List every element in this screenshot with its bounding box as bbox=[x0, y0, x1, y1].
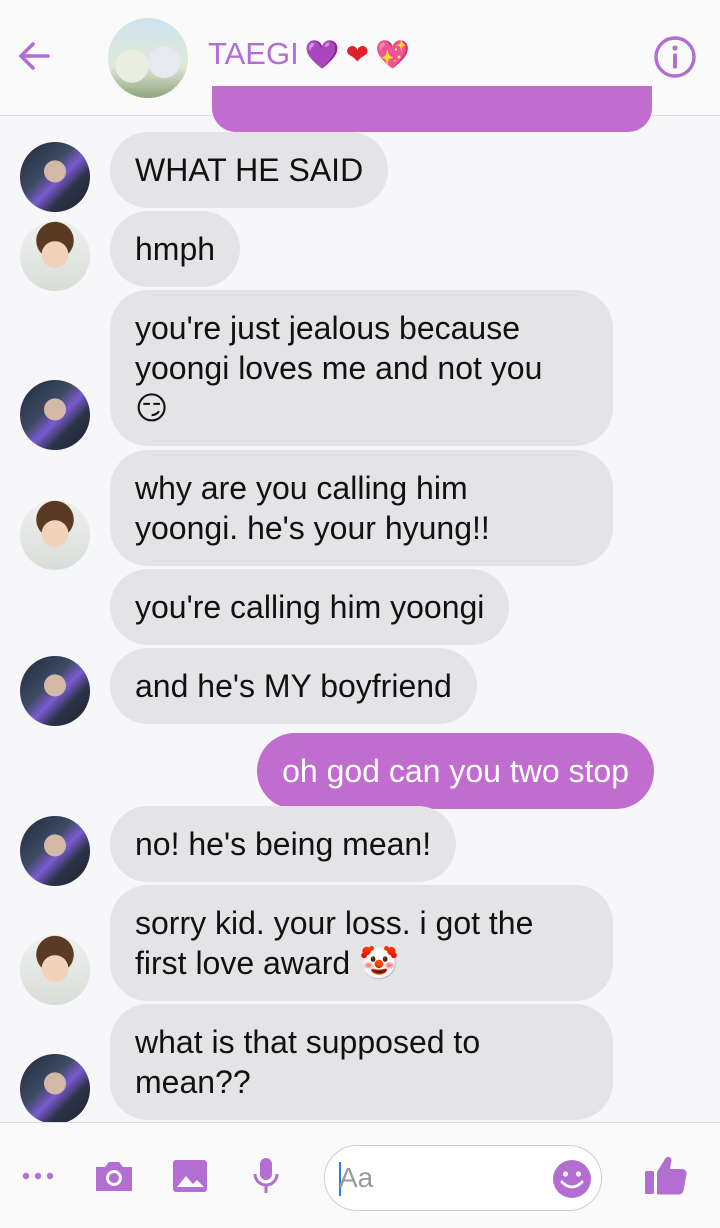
sender-avatar-jin[interactable] bbox=[20, 500, 90, 570]
message-text: oh god can you two stop bbox=[282, 753, 629, 789]
sender-avatar-tae[interactable] bbox=[20, 656, 90, 726]
message-text: why are you calling him yoongi. he's you… bbox=[135, 470, 490, 546]
sender-avatar-tae[interactable] bbox=[20, 142, 90, 212]
message-bubble[interactable]: and he's MY boyfriend bbox=[110, 648, 477, 724]
emoji-icon[interactable] bbox=[551, 1158, 593, 1200]
red-heart-emoji: ❤ bbox=[345, 37, 370, 71]
message-bubble[interactable]: you're just jealous because yoongi loves… bbox=[110, 290, 613, 446]
sender-avatar-tae[interactable] bbox=[20, 816, 90, 886]
mic-icon[interactable] bbox=[250, 1155, 282, 1197]
message-text: you're just jealous because yoongi loves… bbox=[135, 310, 543, 426]
info-icon[interactable] bbox=[652, 34, 698, 80]
group-avatar[interactable] bbox=[108, 18, 188, 98]
message-input-pill[interactable] bbox=[324, 1145, 602, 1211]
message-bubble[interactable]: you're calling him yoongi bbox=[110, 569, 510, 645]
message-text: and he's MY boyfriend bbox=[135, 668, 452, 704]
camera-icon[interactable] bbox=[92, 1155, 136, 1197]
chat-title-text: TAEGI bbox=[208, 36, 299, 71]
chat-title[interactable]: TAEGI 💜 ❤ 💖 bbox=[208, 36, 410, 72]
message-bubble[interactable]: hmph bbox=[110, 211, 241, 287]
clipped-outgoing-bubble bbox=[212, 86, 652, 132]
purple-heart-emoji: 💜 bbox=[304, 37, 340, 71]
message-bubble[interactable]: no! he's being mean! bbox=[110, 806, 457, 882]
sender-avatar-tae[interactable] bbox=[20, 1054, 90, 1124]
outgoing-message-bubble[interactable]: oh god can you two stop bbox=[257, 733, 654, 809]
message-text: what is that supposed to mean?? bbox=[135, 1024, 481, 1100]
message-text: hmph bbox=[135, 231, 216, 267]
message-bubble[interactable]: what is that supposed to mean?? bbox=[110, 1004, 613, 1120]
message-composer bbox=[0, 1122, 720, 1228]
message-text: WHAT HE SAID bbox=[135, 152, 364, 188]
message-input[interactable] bbox=[339, 1158, 539, 1198]
message-bubble[interactable]: WHAT HE SAID bbox=[110, 132, 389, 208]
more-icon[interactable] bbox=[20, 1155, 56, 1197]
sender-avatar-jin[interactable] bbox=[20, 221, 90, 291]
message-text: sorry kid. your loss. i got the first lo… bbox=[135, 905, 534, 981]
message-bubble[interactable]: why are you calling him yoongi. he's you… bbox=[110, 450, 613, 566]
like-icon[interactable] bbox=[642, 1151, 690, 1197]
sender-avatar-jin[interactable] bbox=[20, 935, 90, 1005]
gallery-icon[interactable] bbox=[170, 1155, 210, 1197]
back-arrow-icon[interactable] bbox=[14, 36, 54, 76]
message-text: you're calling him yoongi bbox=[135, 589, 485, 625]
message-text: no! he's being mean! bbox=[135, 826, 432, 862]
sparkling-heart-emoji: 💖 bbox=[375, 37, 410, 71]
sender-avatar-tae[interactable] bbox=[20, 380, 90, 450]
message-bubble[interactable]: sorry kid. your loss. i got the first lo… bbox=[110, 885, 613, 1001]
